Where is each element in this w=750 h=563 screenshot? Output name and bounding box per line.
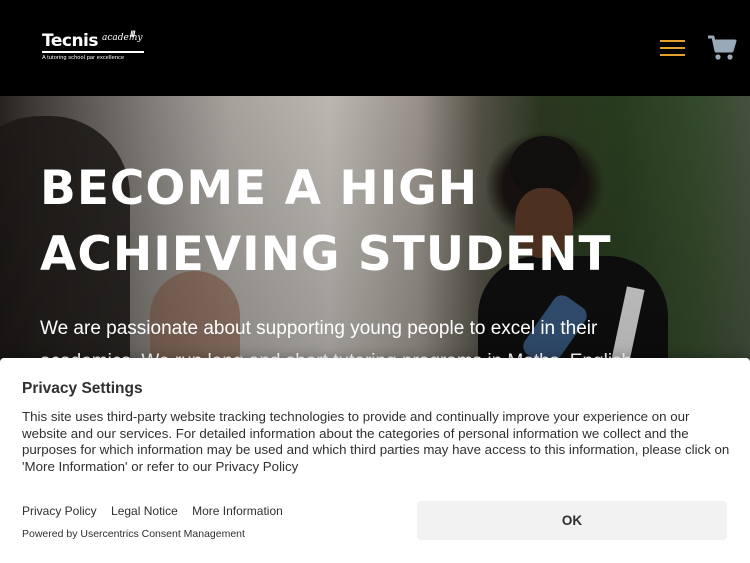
logo-name: Tecnis bbox=[42, 31, 99, 51]
more-information-link[interactable]: More Information bbox=[192, 504, 283, 518]
legal-notice-link[interactable]: Legal Notice bbox=[111, 504, 178, 518]
hamburger-menu-icon[interactable] bbox=[660, 39, 686, 57]
privacy-settings-description: This site uses third-party website track… bbox=[22, 409, 730, 474]
logo-accent: academy bbox=[102, 33, 143, 43]
logo-tagline: A tutoring school par excellence bbox=[42, 55, 125, 61]
hero-title: BECOME A HIGH ACHIEVING STUDENT bbox=[40, 161, 612, 282]
privacy-consent-banner: Privacy Settings This site uses third-pa… bbox=[0, 358, 750, 563]
consent-links: Privacy Policy Legal Notice More Informa… bbox=[22, 504, 294, 518]
logo-underline bbox=[42, 51, 144, 53]
privacy-settings-title: Privacy Settings bbox=[22, 380, 143, 397]
privacy-policy-link[interactable]: Privacy Policy bbox=[22, 504, 97, 518]
logo-slashes: /// bbox=[130, 29, 135, 39]
ok-button[interactable]: OK bbox=[417, 501, 727, 540]
site-header: Tecnis academy /// A tutoring school par… bbox=[0, 0, 750, 96]
tecnis-academy-logo[interactable]: Tecnis academy /// A tutoring school par… bbox=[42, 29, 144, 65]
powered-by-text: Powered by Usercentrics Consent Manageme… bbox=[22, 528, 245, 540]
shopping-cart-icon[interactable] bbox=[707, 34, 737, 62]
